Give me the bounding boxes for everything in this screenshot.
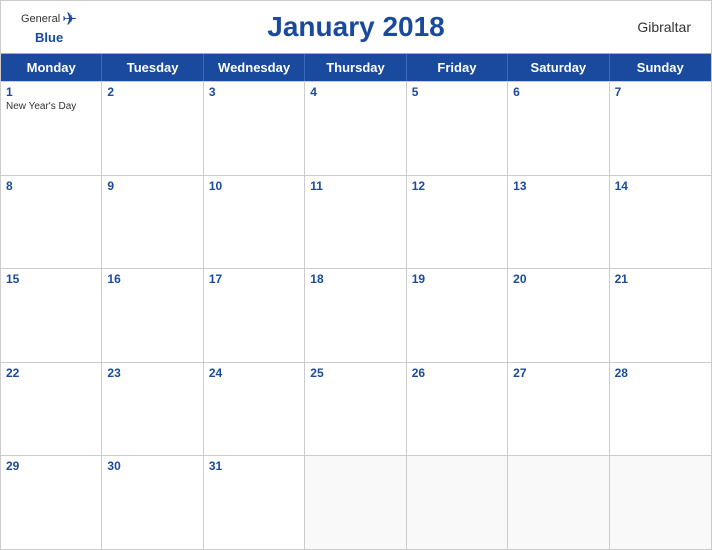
day-cell-5-5 (407, 456, 508, 549)
calendar-title: January 2018 (267, 11, 444, 43)
day-cell-2-7: 14 (610, 176, 711, 269)
day-cell-1-5: 5 (407, 82, 508, 175)
day-number: 17 (209, 272, 299, 286)
region-label: Gibraltar (637, 19, 691, 35)
day-number: 30 (107, 459, 197, 473)
day-number: 6 (513, 85, 603, 99)
day-cell-4-6: 27 (508, 363, 609, 456)
day-number: 27 (513, 366, 603, 380)
day-header-sunday: Sunday (610, 54, 711, 81)
day-header-monday: Monday (1, 54, 102, 81)
day-cell-3-3: 17 (204, 269, 305, 362)
day-cell-5-7 (610, 456, 711, 549)
logo-blue-text: Blue (35, 30, 63, 46)
day-number: 3 (209, 85, 299, 99)
day-number: 23 (107, 366, 197, 380)
day-number: 2 (107, 85, 197, 99)
day-header-saturday: Saturday (508, 54, 609, 81)
calendar-grid: Monday Tuesday Wednesday Thursday Friday… (1, 53, 711, 549)
day-cell-5-6 (508, 456, 609, 549)
day-number: 19 (412, 272, 502, 286)
day-cell-3-4: 18 (305, 269, 406, 362)
day-header-wednesday: Wednesday (204, 54, 305, 81)
calendar-container: General ✈ Blue January 2018 Gibraltar Mo… (0, 0, 712, 550)
day-number: 16 (107, 272, 197, 286)
day-number: 21 (615, 272, 706, 286)
week-row-2: 89 10 11 12 13 14 (1, 175, 711, 269)
day-cell-4-2: 23 (102, 363, 203, 456)
day-cell-4-3: 24 (204, 363, 305, 456)
day-cell-2-5: 12 (407, 176, 508, 269)
day-cell-2-4: 11 (305, 176, 406, 269)
day-number: 5 (412, 85, 502, 99)
day-number: 7 (615, 85, 706, 99)
day-number: 12 (412, 179, 502, 193)
day-cell-4-4: 25 (305, 363, 406, 456)
day-cell-2-1: 8 (1, 176, 102, 269)
day-cell-3-2: 16 (102, 269, 203, 362)
logo: General ✈ Blue (21, 9, 77, 46)
week-row-1: 1 New Year's Day 234567 (1, 81, 711, 175)
week-row-4: 22 23 24 25 26 27 28 (1, 362, 711, 456)
day-cell-4-5: 26 (407, 363, 508, 456)
day-header-tuesday: Tuesday (102, 54, 203, 81)
day-cell-1-6: 6 (508, 82, 609, 175)
day-header-thursday: Thursday (305, 54, 406, 81)
day-number: 31 (209, 459, 299, 473)
day-number: 28 (615, 366, 706, 380)
logo-bird-icon: ✈ (62, 9, 77, 30)
day-number: 20 (513, 272, 603, 286)
day-cell-2-3: 10 (204, 176, 305, 269)
day-cell-4-7: 28 (610, 363, 711, 456)
day-number: 15 (6, 272, 96, 286)
day-number: 9 (107, 179, 197, 193)
day-cell-5-1: 29 (1, 456, 102, 549)
day-number: 14 (615, 179, 706, 193)
day-cell-1-3: 3 (204, 82, 305, 175)
day-number: 13 (513, 179, 603, 193)
day-cell-3-5: 19 (407, 269, 508, 362)
day-number: 8 (6, 179, 96, 193)
day-headers-row: Monday Tuesday Wednesday Thursday Friday… (1, 54, 711, 81)
day-number: 29 (6, 459, 96, 473)
day-cell-5-2: 30 (102, 456, 203, 549)
day-cell-3-1: 15 (1, 269, 102, 362)
day-number: 18 (310, 272, 400, 286)
day-cell-2-6: 13 (508, 176, 609, 269)
day-header-friday: Friday (407, 54, 508, 81)
day-cell-5-3: 31 (204, 456, 305, 549)
day-number: 24 (209, 366, 299, 380)
day-cell-1-7: 7 (610, 82, 711, 175)
day-cell-5-4 (305, 456, 406, 549)
day-cell-4-1: 22 (1, 363, 102, 456)
day-number: 26 (412, 366, 502, 380)
day-number: 10 (209, 179, 299, 193)
day-cell-3-6: 20 (508, 269, 609, 362)
week-row-5: 29 30 31 (1, 455, 711, 549)
day-number: 22 (6, 366, 96, 380)
day-cell-1-1: 1 New Year's Day (1, 82, 102, 175)
logo-general-text: General (21, 13, 60, 26)
day-number: 25 (310, 366, 400, 380)
day-cell-1-4: 4 (305, 82, 406, 175)
calendar-header: General ✈ Blue January 2018 Gibraltar (1, 1, 711, 53)
day-number: 11 (310, 179, 400, 193)
day-cell-1-2: 2 (102, 82, 203, 175)
day-cell-2-2: 9 (102, 176, 203, 269)
weeks-container: 1New Year's Day2345678910111213141516171… (1, 81, 711, 549)
day-number: 1 (6, 85, 96, 99)
day-number: 4 (310, 85, 400, 99)
week-row-3: 15 16 17 18 19 20 21 (1, 268, 711, 362)
holiday-label: New Year's Day (6, 101, 96, 112)
day-cell-3-7: 21 (610, 269, 711, 362)
